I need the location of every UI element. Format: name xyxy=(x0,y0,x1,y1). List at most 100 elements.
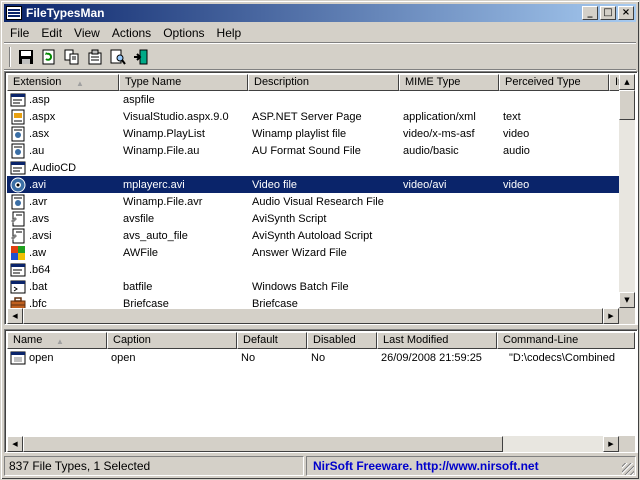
script-file-icon xyxy=(10,228,29,244)
mime-type-cell: video/x-ms-asf xyxy=(403,127,475,140)
actions-hscrollbar[interactable]: ◀ ▶ xyxy=(7,436,619,452)
col-mime-type[interactable]: MIME Type xyxy=(399,74,499,91)
table-row[interactable]: .b64 xyxy=(7,261,619,278)
resize-grip[interactable] xyxy=(622,463,634,475)
type-name-cell: avs_auto_file xyxy=(123,229,188,242)
col-caption[interactable]: Caption xyxy=(107,332,237,349)
extension-text: .bat xyxy=(29,280,48,293)
scroll-right-button[interactable]: ▶ xyxy=(603,436,619,452)
col-default[interactable]: Default xyxy=(237,332,307,349)
menu-actions[interactable]: Actions xyxy=(106,26,157,40)
table-row[interactable]: open open No No 26/09/2008 21:59:25 "D:\codec… xyxy=(7,349,619,366)
wizard-file-icon xyxy=(10,245,29,261)
extension-text: .b64 xyxy=(29,263,51,276)
extension-cell: .asp xyxy=(7,92,119,108)
extension-text: .avi xyxy=(29,178,47,191)
media-file-icon xyxy=(10,143,29,159)
app-icon xyxy=(6,6,22,20)
menu-file[interactable]: File xyxy=(4,26,35,40)
actions-header: Name ▲ Caption Default Disabled Last Modi… xyxy=(7,332,635,349)
scroll-corner xyxy=(619,436,635,452)
extension-cell: .b64 xyxy=(7,262,119,278)
menu-edit[interactable]: Edit xyxy=(35,26,68,40)
scroll-right-button[interactable]: ▶ xyxy=(603,308,619,324)
description-cell: ASP.NET Server Page xyxy=(252,110,362,123)
table-row[interactable]: .aspx VisualStudio.aspx.9.0 ASP.NET Server… xyxy=(7,108,619,125)
extension-text: .au xyxy=(29,144,45,157)
extension-text: .avsi xyxy=(29,229,52,242)
video-file-icon xyxy=(10,177,29,193)
description-cell: Windows Batch File xyxy=(252,280,349,293)
default-cell: No xyxy=(241,351,256,364)
action-icon xyxy=(10,350,29,366)
filetypes-list[interactable]: Extension ▲ Type Name Description MIME Ty… xyxy=(4,71,638,325)
table-row[interactable]: .avr Winamp.File.avr Audio Visual Research… xyxy=(7,193,619,210)
menu-view[interactable]: View xyxy=(68,26,106,40)
scroll-left-button[interactable]: ◀ xyxy=(7,436,23,452)
generic-window-icon xyxy=(10,92,29,108)
table-row[interactable]: .avs avsfile AviSynth Script xyxy=(7,210,619,227)
col-description[interactable]: Description xyxy=(248,74,399,91)
exit-icon[interactable] xyxy=(129,46,152,68)
table-row[interactable]: .asp aspfile xyxy=(7,91,619,108)
actions-rows: open open No No 26/09/2008 21:59:25 "D:\codec… xyxy=(7,349,619,366)
refresh-icon[interactable] xyxy=(37,46,60,68)
copy-icon[interactable] xyxy=(60,46,83,68)
description-cell: AU Format Sound File xyxy=(252,144,361,157)
find-icon[interactable] xyxy=(106,46,129,68)
caption-cell: open xyxy=(111,351,136,364)
scroll-thumb[interactable] xyxy=(619,90,635,120)
save-icon[interactable] xyxy=(14,46,37,68)
extension-text: .aspx xyxy=(29,110,56,123)
extension-text: .AudioCD xyxy=(29,161,77,174)
extension-cell: .aspx xyxy=(7,109,119,125)
scroll-down-button[interactable]: ▼ xyxy=(619,292,635,308)
col-last-modified[interactable]: Last Modified xyxy=(377,332,497,349)
menu-options[interactable]: Options xyxy=(157,26,210,40)
type-name-cell: Winamp.File.au xyxy=(123,144,200,157)
filetypes-header: Extension ▲ Type Name Description MIME Ty… xyxy=(7,74,623,91)
col-disabled[interactable]: Disabled xyxy=(307,332,377,349)
extension-text: .aw xyxy=(29,246,47,259)
col-command-line[interactable]: Command-Line xyxy=(497,332,635,349)
col-perceived-type[interactable]: Perceived Type xyxy=(499,74,609,91)
minimize-button[interactable]: _ xyxy=(582,6,598,20)
perceived-type-cell: video xyxy=(503,127,530,140)
table-row[interactable]: .AudioCD xyxy=(7,159,619,176)
app-window: FileTypesMan _ □ × File Edit View Action… xyxy=(0,0,640,480)
description-cell: Answer Wizard File xyxy=(252,246,347,259)
nirsoft-link[interactable]: NirSoft Freeware. http://www.nirsoft.net xyxy=(313,459,539,473)
toolbar-grip xyxy=(9,47,11,67)
table-row[interactable]: .aw AWFile Answer Wizard File xyxy=(7,244,619,261)
extension-text: .asp xyxy=(29,93,50,106)
table-row[interactable]: .avsi avs_auto_file AviSynth Autoload Scri… xyxy=(7,227,619,244)
actions-list[interactable]: Name ▲ Caption Default Disabled Last Modi… xyxy=(4,329,638,453)
col-type-name[interactable]: Type Name xyxy=(119,74,248,91)
title-bar[interactable]: FileTypesMan _ □ × xyxy=(4,4,636,22)
maximize-button[interactable]: □ xyxy=(600,6,616,20)
col-extension[interactable]: Extension ▲ xyxy=(7,74,119,91)
media-file-icon xyxy=(10,194,29,210)
extension-cell: .AudioCD xyxy=(7,160,119,176)
filetypes-hscrollbar[interactable]: ◀ ▶ xyxy=(7,308,619,324)
filetypes-vscrollbar[interactable]: ▲ ▼ xyxy=(619,74,635,308)
extension-cell: .aw xyxy=(7,245,119,261)
type-name-cell: AWFile xyxy=(123,246,159,259)
action-name-cell: open xyxy=(7,350,107,366)
table-row[interactable]: .au Winamp.File.au AU Format Sound File aud… xyxy=(7,142,619,159)
type-name-cell: batfile xyxy=(123,280,153,293)
table-row[interactable]: .bat batfile Windows Batch File xyxy=(7,278,619,295)
scroll-left-button[interactable]: ◀ xyxy=(7,308,23,324)
close-button[interactable]: × xyxy=(618,6,634,20)
scroll-up-button[interactable]: ▲ xyxy=(619,74,635,90)
type-name-cell: mplayerc.avi xyxy=(123,178,185,191)
properties-icon[interactable] xyxy=(83,46,106,68)
hscroll-thumb[interactable] xyxy=(23,436,503,452)
hscroll-thumb[interactable] xyxy=(23,308,603,324)
col-name[interactable]: Name ▲ xyxy=(7,332,107,349)
menu-help[interactable]: Help xyxy=(211,26,248,40)
table-row[interactable]: .asx Winamp.PlayList Winamp playlist file v… xyxy=(7,125,619,142)
table-row[interactable]: .avi mplayerc.avi Video file video/avi video xyxy=(7,176,619,193)
batch-file-icon xyxy=(10,279,29,295)
description-cell: Winamp playlist file xyxy=(252,127,347,140)
